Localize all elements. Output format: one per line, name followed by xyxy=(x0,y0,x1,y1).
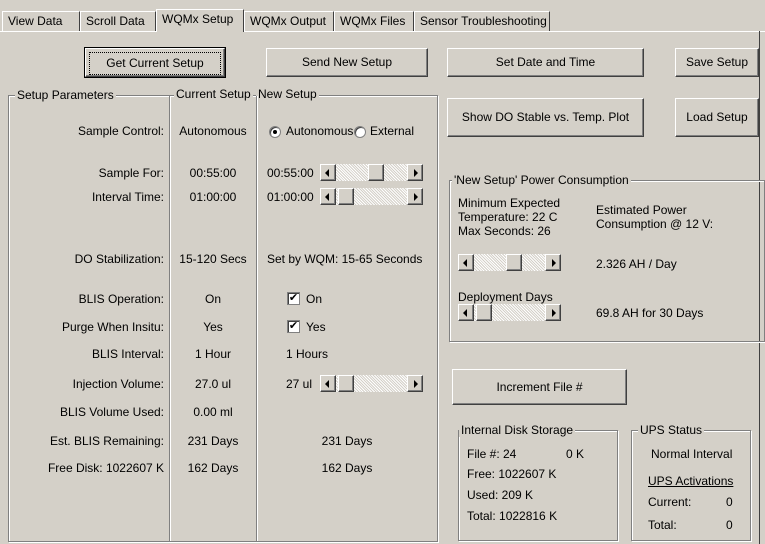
disk-used: Used: 209 K xyxy=(467,488,534,502)
ups-total-value: 0 xyxy=(726,518,733,532)
ups-total-label: Total: xyxy=(648,518,677,532)
current-do-stabilization: 15-120 Secs xyxy=(179,252,247,266)
current-purge-when-insitu: Yes xyxy=(203,320,223,334)
power-consumption-title: 'New Setup' Power Consumption xyxy=(452,173,631,187)
scroll-left-button[interactable] xyxy=(320,375,336,392)
set-date-time-button[interactable]: Set Date and Time xyxy=(447,48,644,77)
radio-external-label: External xyxy=(370,124,415,138)
new-blis-interval: 1 Hours xyxy=(286,347,329,361)
param-sample-for: Sample For: xyxy=(98,166,164,180)
param-free-disk: Free Disk: 1022607 K xyxy=(47,461,164,475)
tab-pane-border xyxy=(0,31,765,32)
disk-file-number: File #: 24 xyxy=(467,447,517,461)
new-est-blis-remaining: 231 Days xyxy=(321,434,373,448)
current-setup-header: Current Setup xyxy=(174,87,253,101)
save-setup-button[interactable]: Save Setup xyxy=(675,48,759,77)
scroll-thumb[interactable] xyxy=(506,254,522,271)
current-blis-interval: 1 Hour xyxy=(194,347,232,361)
scroll-left-button[interactable] xyxy=(320,164,336,181)
ups-activations-label: UPS Activations xyxy=(648,474,734,488)
new-setup-header: New Setup xyxy=(256,87,319,101)
current-est-blis-remaining: 231 Days xyxy=(187,434,239,448)
ups-status-title: UPS Status xyxy=(638,423,705,437)
scroll-thumb[interactable] xyxy=(338,375,354,392)
purge-checkbox[interactable]: ✔ xyxy=(287,320,300,333)
internal-disk-title: Internal Disk Storage xyxy=(459,423,576,437)
current-sample-control: Autonomous xyxy=(179,124,247,138)
send-new-setup-button[interactable]: Send New Setup xyxy=(266,48,428,77)
ups-status-text: Normal Interval xyxy=(651,447,733,461)
scroll-right-button[interactable] xyxy=(545,304,561,321)
deployment-days-scrollbar[interactable] xyxy=(458,304,561,321)
min-temp-text: Minimum Expected Temperature: 22 C Max S… xyxy=(458,196,561,238)
scroll-thumb[interactable] xyxy=(476,304,492,321)
scroll-thumb[interactable] xyxy=(338,188,354,205)
tab-sensor-troubleshooting[interactable]: Sensor Troubleshooting xyxy=(414,11,550,31)
scroll-left-button[interactable] xyxy=(458,304,474,321)
ups-current-label: Current: xyxy=(648,495,692,509)
scroll-right-button[interactable] xyxy=(545,254,561,271)
param-est-blis-remaining: Est. BLIS Remaining: xyxy=(49,434,164,448)
injection-volume-scrollbar[interactable] xyxy=(320,375,423,392)
current-blis-volume-used: 0.00 ml xyxy=(193,405,233,419)
current-sample-for: 00:55:00 xyxy=(189,166,237,180)
tab-bar: View Data Scroll Data WQMx Setup WQMx Ou… xyxy=(0,0,765,32)
tab-scroll-data[interactable]: Scroll Data xyxy=(80,11,156,31)
new-interval-time: 01:00:00 xyxy=(267,190,314,204)
new-sample-for: 00:55:00 xyxy=(267,166,314,180)
get-current-setup-button[interactable]: Get Current Setup xyxy=(84,47,226,78)
setup-parameters-title: Setup Parameters xyxy=(15,88,116,102)
interval-time-scrollbar[interactable] xyxy=(320,188,423,205)
param-blis-operation: BLIS Operation: xyxy=(78,292,164,306)
radio-autonomous[interactable] xyxy=(269,126,281,138)
ah-total: 69.8 AH for 30 Days xyxy=(596,306,704,320)
new-free-disk-days: 162 Days xyxy=(321,461,373,475)
param-do-stabilization: DO Stabilization: xyxy=(74,252,164,266)
show-do-plot-button[interactable]: Show DO Stable vs. Temp. Plot xyxy=(447,98,644,137)
scroll-left-button[interactable] xyxy=(458,254,474,271)
tab-wqmx-output[interactable]: WQMx Output xyxy=(244,11,334,31)
radio-autonomous-label: Autonomous xyxy=(286,124,354,138)
disk-free: Free: 1022607 K xyxy=(467,467,557,481)
scroll-right-button[interactable] xyxy=(407,375,423,392)
new-do-stabilization: Set by WQM: 15-65 Seconds xyxy=(267,252,423,266)
sample-for-scrollbar[interactable] xyxy=(320,164,423,181)
disk-file-size: 0 K xyxy=(566,447,585,461)
purge-checkbox-label: Yes xyxy=(306,320,326,334)
param-interval-time: Interval Time: xyxy=(91,190,164,204)
param-blis-interval: BLIS Interval: xyxy=(91,347,164,361)
tab-view-data[interactable]: View Data xyxy=(2,11,80,31)
temperature-scrollbar[interactable] xyxy=(458,254,561,271)
tab-wqmx-files[interactable]: WQMx Files xyxy=(334,11,414,31)
tab-wqmx-setup[interactable]: WQMx Setup xyxy=(156,9,244,32)
scroll-right-button[interactable] xyxy=(407,188,423,205)
load-setup-button[interactable]: Load Setup xyxy=(675,98,759,137)
scroll-right-button[interactable] xyxy=(407,164,423,181)
param-sample-control: Sample Control: xyxy=(77,124,164,138)
disk-total: Total: 1022816 K xyxy=(467,509,558,523)
ah-per-day: 2.326 AH / Day xyxy=(596,257,677,271)
est-power-text: Estimated Power Consumption @ 12 V: xyxy=(596,203,714,231)
param-injection-volume: Injection Volume: xyxy=(72,377,164,391)
scroll-left-button[interactable] xyxy=(320,188,336,205)
param-purge-when-insitu: Purge When Insitu: xyxy=(61,320,164,334)
current-blis-operation: On xyxy=(204,292,221,306)
blis-operation-checkbox[interactable]: ✔ xyxy=(287,292,300,305)
new-injection-volume: 27 ul xyxy=(286,377,313,391)
scroll-thumb[interactable] xyxy=(368,164,384,181)
current-free-disk-days: 162 Days xyxy=(187,461,239,475)
param-blis-volume-used: BLIS Volume Used: xyxy=(59,405,164,419)
current-injection-volume: 27.0 ul xyxy=(194,377,232,391)
deployment-days-label: Deployment Days xyxy=(458,290,553,304)
ups-current-value: 0 xyxy=(726,495,733,509)
blis-operation-checkbox-label: On xyxy=(306,292,323,306)
increment-file-button[interactable]: Increment File # xyxy=(452,369,627,405)
radio-external[interactable] xyxy=(354,126,366,138)
current-interval-time: 01:00:00 xyxy=(189,190,237,204)
